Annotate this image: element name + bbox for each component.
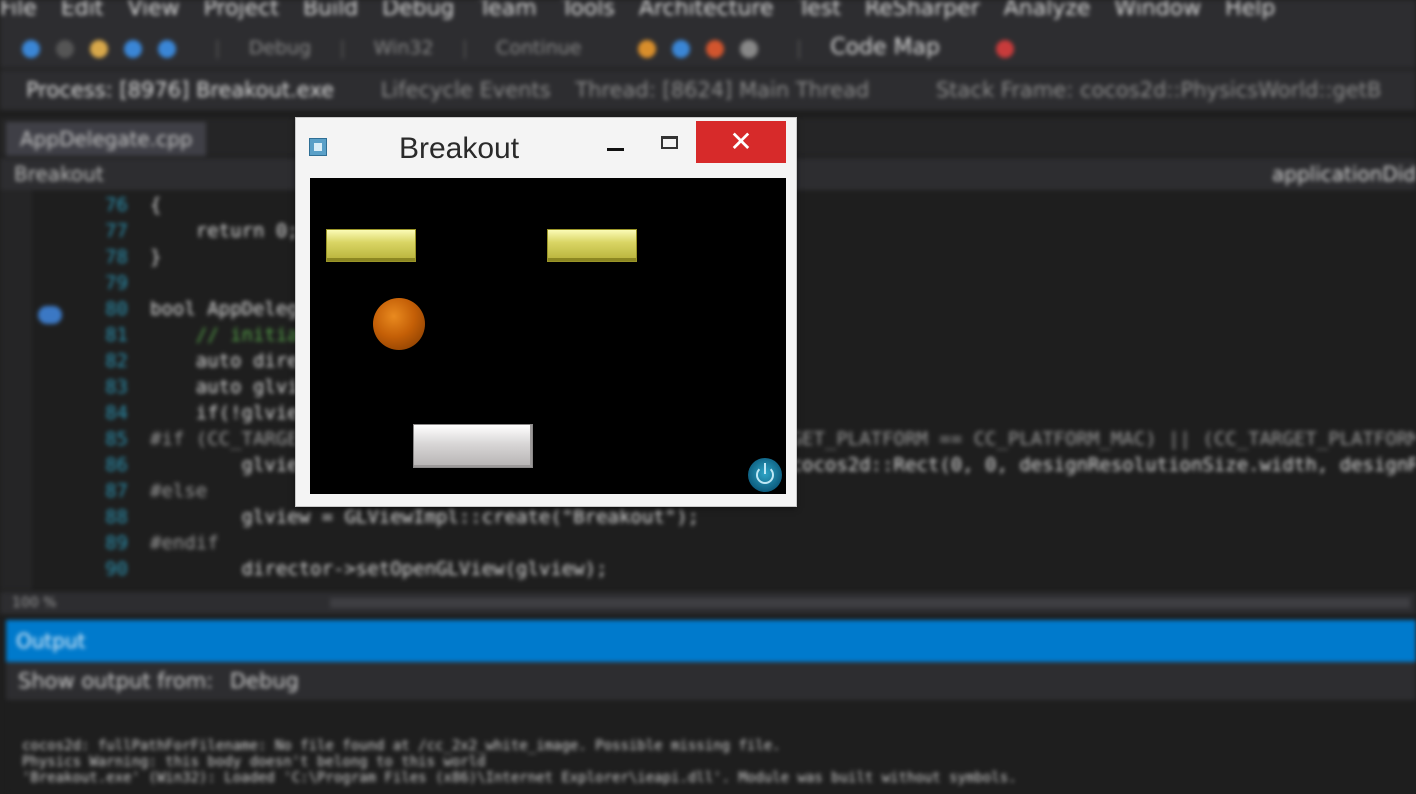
minimize-button[interactable] [596,124,636,164]
line-number: 77 [105,220,128,242]
brick [326,229,416,262]
maximize-icon [661,136,678,149]
thread-label: Thread: [575,78,656,102]
paddle[interactable] [413,424,533,468]
current-statement-icon [38,306,62,324]
continue-button[interactable]: Continue [496,37,581,59]
output-panel-header: Output [6,620,1416,662]
line-number: 79 [105,272,128,294]
code-text: #else [150,480,208,502]
save-icon[interactable] [124,39,143,58]
menu-debug[interactable]: Debug [382,0,454,21]
project-dropdown[interactable]: Breakout [14,158,104,190]
brick [547,229,637,262]
stop-icon[interactable] [705,39,724,58]
app-icon[interactable] [309,138,327,156]
code-text: #endif [150,532,219,554]
output-line: 'Breakout.exe' (Win32): Loaded 'C:\Progr… [22,770,1017,786]
menu-test[interactable]: Test [798,0,841,21]
thread-dropdown[interactable]: [8624] Main Thread [663,78,870,102]
hot-reload-icon[interactable] [637,39,656,58]
code-text: return 0; [150,220,299,242]
output-line: cocos2d: fullPathForFilename: No file fo… [22,738,781,754]
line-number: 82 [105,350,128,372]
line-number: 84 [105,402,128,424]
output-text[interactable]: cocos2d: fullPathForFilename: No file fo… [6,700,1416,794]
menu-tools[interactable]: Tools [561,0,615,21]
line-number: 85 [105,428,128,450]
line-number: 89 [105,532,128,554]
zoom-level[interactable]: 100 % [12,592,56,614]
process-dropdown[interactable]: [8976] Breakout.exe [119,78,334,102]
menu-view[interactable]: View [127,0,179,21]
line-number: 83 [105,376,128,398]
maximize-button[interactable] [650,124,690,164]
game-canvas[interactable] [310,178,786,494]
horizontal-scrollbar[interactable] [330,598,1410,608]
output-source-dropdown[interactable]: Debug [230,669,299,693]
platform-dropdown[interactable]: Win32 [374,37,434,59]
solution-icon[interactable] [90,39,109,58]
menu-build[interactable]: Build [303,0,358,21]
menu-edit[interactable]: Edit [61,0,104,21]
code-text: } [150,246,162,268]
menu-resharper[interactable]: ReSharper [865,0,980,21]
navigate-back-icon[interactable] [22,39,40,58]
tab-appdelegate[interactable]: AppDelegate.cpp [6,122,207,156]
code-text: glview = GLViewImpl::create("Breakout"); [150,506,700,528]
debug-location-bar: Process: [8976] Breakout.exe Lifecycle E… [0,70,1416,110]
line-number: 86 [105,454,128,476]
menu-architecture[interactable]: Architecture [639,0,774,21]
menu-analyze[interactable]: Analyze [1004,0,1091,21]
line-number: 78 [105,246,128,268]
lifecycle-events-button[interactable]: Lifecycle Events [381,78,551,102]
output-toolbar: Show output from: Debug [6,662,1416,700]
line-number: 88 [105,506,128,528]
menu-project[interactable]: Project [204,0,279,21]
member-dropdown[interactable]: applicationDid [1272,158,1416,190]
navigate-forward-icon[interactable] [56,39,75,58]
minimize-icon [607,148,624,151]
menu-file[interactable]: File [0,0,37,21]
toolbar: | Debug | Win32 | Continue | Code Map [0,28,1416,68]
tab-label: AppDelegate.cpp [20,127,193,151]
line-number: 81 [105,324,128,346]
power-icon[interactable] [748,458,782,492]
menu-window[interactable]: Window [1114,0,1201,21]
pause-icon[interactable] [671,39,690,58]
code-map-button[interactable]: Code Map [830,35,940,60]
process-label: Process: [26,78,113,102]
ball [373,298,425,350]
editor-status-strip: 100 % [0,592,1416,614]
window-title: Breakout [399,132,520,165]
indicator-margin[interactable] [0,190,32,590]
config-dropdown[interactable]: Debug [249,37,311,59]
stack-frame-dropdown[interactable]: cocos2d::PhysicsWorld::getB [1080,78,1381,102]
close-icon: ✕ [729,125,753,158]
restart-icon[interactable] [739,39,758,58]
code-text: { [150,194,162,216]
menu-team[interactable]: Team [479,0,537,21]
output-line: Physics Warning: this body doesn't belon… [22,754,486,770]
line-number: 76 [105,194,128,216]
menu-help[interactable]: Help [1225,0,1275,21]
output-title: Output [16,629,86,653]
menu-bar: File Edit View Project Build Debug Team Tools Ar… [0,0,1416,28]
show-output-label: Show output from: [18,669,214,693]
stack-frame-label: Stack Frame: [935,78,1074,102]
line-number: 80 [105,298,128,320]
breakout-window[interactable]: Breakout ✕ [296,118,796,506]
breakpoint-icon[interactable] [996,39,1015,58]
close-button[interactable]: ✕ [696,121,786,163]
window-title-bar[interactable]: Breakout ✕ [296,118,796,176]
code-text: director->setOpenGLView(glview); [150,558,608,580]
line-number: 90 [105,558,128,580]
save-all-icon[interactable] [158,39,177,58]
line-number: 87 [105,480,128,502]
